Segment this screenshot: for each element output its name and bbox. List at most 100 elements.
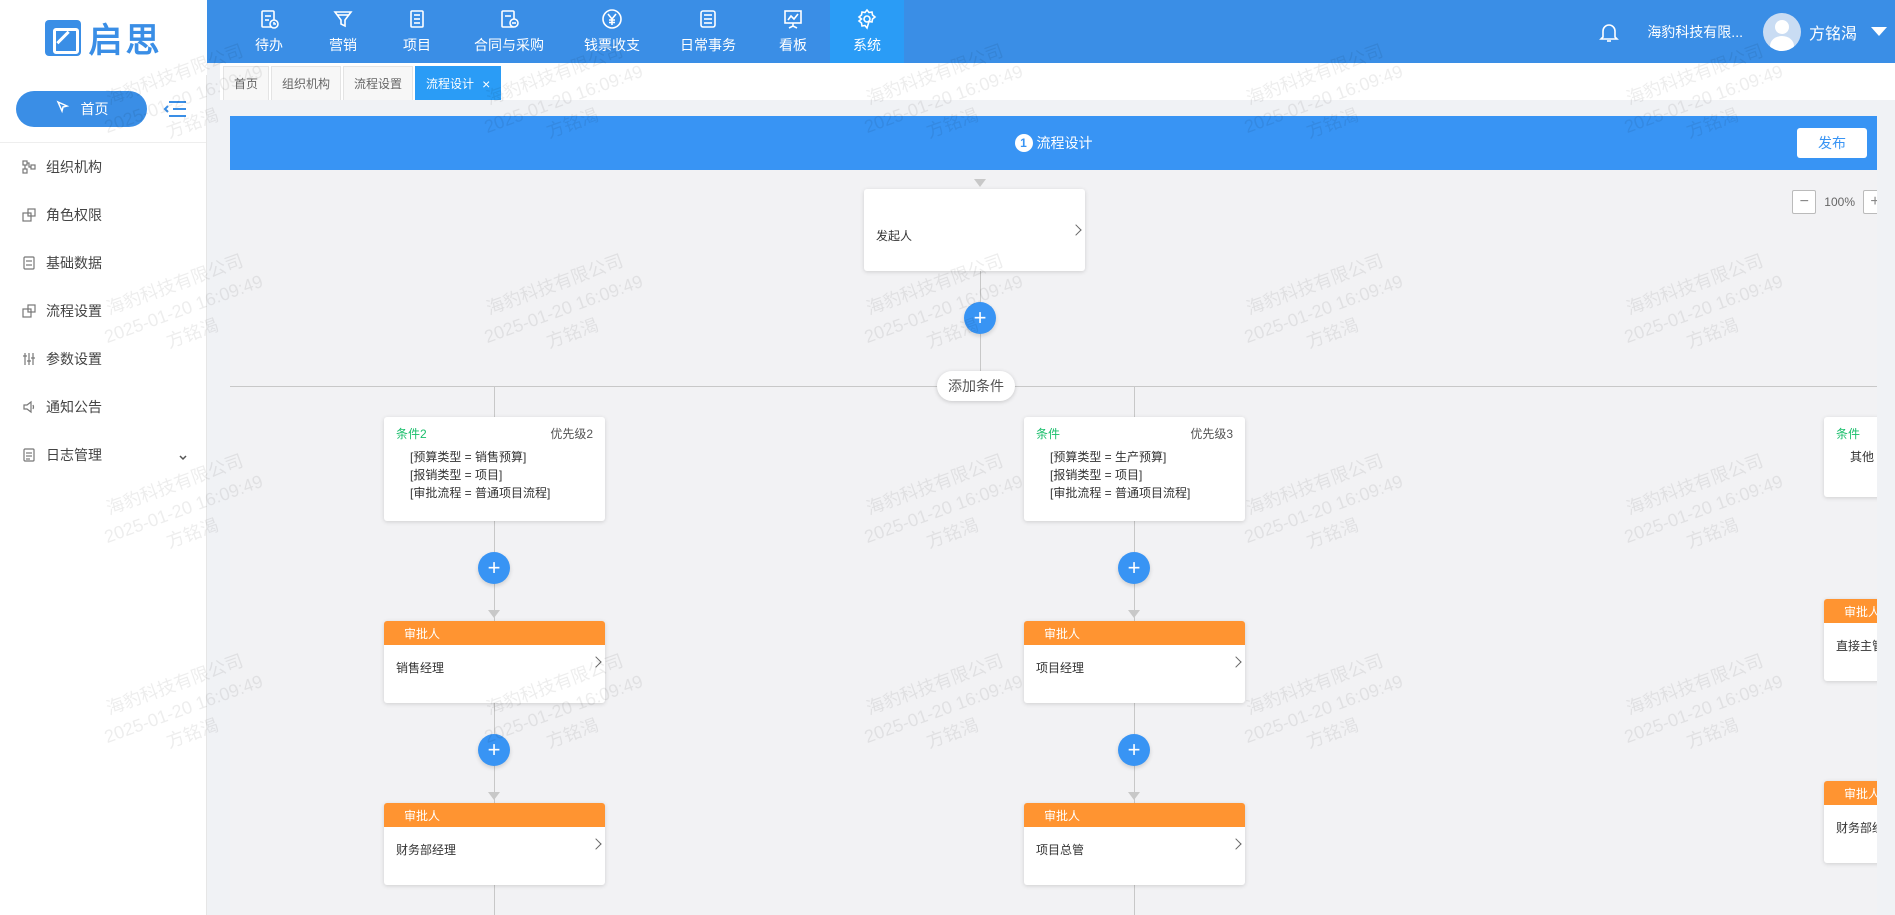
sidebar-item-label: 角色权限 — [46, 207, 102, 223]
condition-node[interactable]: 条件 优先级3 [预算类型 = 生产预算] [报销类型 = 项目] [审批流程 … — [1024, 417, 1245, 521]
nav-item-finance[interactable]: 钱票收支 — [564, 0, 660, 63]
brand-name: 启思 — [88, 21, 163, 61]
initiator-node[interactable]: 发起人 — [864, 189, 1085, 271]
funnel-icon — [332, 8, 354, 30]
home-button[interactable]: 首页 — [16, 90, 147, 127]
header-right: 海豹科技有限... 方铭渴 — [1597, 0, 1895, 63]
add-node-button[interactable]: + — [478, 734, 510, 766]
panel-title: 流程设计 — [1036, 135, 1093, 151]
approver-node[interactable]: 审批人 财务部经理 — [384, 803, 605, 885]
connector-arrow — [974, 179, 986, 187]
flow-icon — [22, 304, 36, 318]
approver-node[interactable]: 审批人 直接主管 — [1824, 599, 1877, 681]
approver-name: 项目经理 — [1036, 661, 1085, 675]
tab-flow-settings[interactable]: 流程设置 — [343, 66, 414, 100]
condition-node[interactable]: 条件2 优先级2 [预算类型 = 销售预算] [报销类型 = 项目] [审批流程… — [384, 417, 605, 521]
nav-item-todo[interactable]: 待办 — [232, 0, 306, 63]
chevron-right-icon — [1070, 224, 1082, 236]
condition-node[interactable]: 条件 其他 — [1824, 417, 1877, 497]
nav-item-project[interactable]: 项目 — [380, 0, 454, 63]
close-icon[interactable]: × — [482, 76, 490, 92]
condition-rule: [报销类型 = 项目] — [1050, 468, 1143, 482]
top-header: 待办 营销 项目 合同与采购 钱票收支 日常事务 看板 系统 海豹科技有限...… — [0, 0, 1895, 63]
board-icon — [782, 8, 804, 30]
connector-arrow — [1128, 792, 1140, 800]
tab-label: 组织机构 — [282, 77, 331, 91]
bell-icon[interactable] — [1597, 20, 1621, 44]
tab-flow-design[interactable]: 流程设计 × — [415, 66, 502, 100]
sidebar-item-label: 基础数据 — [46, 255, 102, 271]
sidebar-item-params[interactable]: 参数设置 — [0, 335, 206, 383]
nav-item-board[interactable]: 看板 — [756, 0, 830, 63]
sidebar-item-roles[interactable]: 角色权限 — [0, 191, 206, 239]
approver-name: 项目总管 — [1036, 843, 1085, 857]
tab-home[interactable]: 首页 — [223, 66, 270, 100]
chevron-right-icon — [590, 838, 602, 850]
sidebar-item-logs[interactable]: 日志管理 — [0, 431, 206, 479]
zoom-in-button[interactable]: + — [1863, 190, 1877, 214]
sidebar-top: 首页 — [0, 75, 206, 143]
approver-name: 财务部经理 — [396, 843, 457, 857]
sidebar-item-flow[interactable]: 流程设置 — [0, 287, 206, 335]
org-icon — [22, 160, 36, 174]
menu-collapse-icon[interactable] — [163, 99, 187, 119]
approver-node[interactable]: 审批人 财务部经 — [1824, 781, 1877, 863]
logo-icon — [44, 19, 81, 56]
tab-org[interactable]: 组织机构 — [271, 66, 342, 100]
condition-priority: 优先级2 — [550, 427, 593, 441]
add-node-button[interactable]: + — [478, 552, 510, 584]
sidebar-item-notice[interactable]: 通知公告 — [0, 383, 206, 431]
condition-rule: [预算类型 = 生产预算] — [1050, 450, 1167, 464]
nav-item-daily[interactable]: 日常事务 — [660, 0, 756, 63]
avatar[interactable] — [1762, 12, 1801, 51]
add-node-button[interactable]: + — [964, 302, 996, 334]
nav-item-marketing[interactable]: 营销 — [306, 0, 380, 63]
add-node-button[interactable]: + — [1118, 552, 1150, 584]
nav-label: 营销 — [329, 37, 357, 53]
sidebar-item-label: 组织机构 — [46, 159, 102, 175]
connector-arrow — [488, 610, 500, 618]
sidebar-item-label: 通知公告 — [46, 399, 102, 415]
approver-node[interactable]: 审批人 销售经理 — [384, 621, 605, 703]
contract-icon — [498, 8, 520, 30]
approver-node[interactable]: 审批人 项目总管 — [1024, 803, 1245, 885]
nav-label: 待办 — [255, 37, 283, 53]
caret-down-icon[interactable] — [1871, 27, 1887, 36]
condition-title: 条件 — [1836, 427, 1861, 441]
nav-label: 看板 — [779, 37, 807, 53]
tab-bar: 首页 组织机构 流程设置 流程设计 × — [220, 63, 1895, 100]
connector-arrow — [1128, 610, 1140, 618]
gear-icon — [856, 8, 878, 30]
add-node-button[interactable]: + — [1118, 734, 1150, 766]
condition-rule: [审批流程 = 普通项目流程] — [1050, 486, 1191, 500]
list-icon — [697, 8, 719, 30]
yen-icon — [601, 8, 623, 30]
logo: 启思 — [0, 0, 207, 75]
nav-item-contract[interactable]: 合同与采购 — [454, 0, 564, 63]
approver-node[interactable]: 审批人 项目经理 — [1024, 621, 1245, 703]
approver-header: 审批人 — [1024, 621, 1245, 645]
sidebar: 首页 组织机构 角色权限 基础数据 流程设置 参数设置 通知公告 日志管理 — [0, 75, 207, 915]
chevron-down-icon — [178, 450, 188, 461]
zoom-level: 100% — [1824, 195, 1855, 209]
zoom-out-button[interactable]: − — [1792, 190, 1817, 214]
add-condition-button[interactable]: 添加条件 — [937, 371, 1015, 401]
sidebar-item-org[interactable]: 组织机构 — [0, 143, 206, 191]
params-icon — [22, 352, 36, 366]
nav-item-system[interactable]: 系统 — [830, 0, 904, 63]
condition-rule: [报销类型 = 项目] — [410, 468, 503, 482]
approver-header: 审批人 — [1824, 781, 1877, 805]
sidebar-item-label: 参数设置 — [46, 351, 102, 367]
approver-name: 销售经理 — [396, 661, 445, 675]
approver-header: 审批人 — [1824, 599, 1877, 623]
step-number: 1 — [1014, 134, 1033, 152]
sidebar-item-label: 流程设置 — [46, 303, 102, 319]
tab-label: 流程设置 — [354, 77, 403, 91]
company-switcher[interactable]: 海豹科技有限... — [1647, 22, 1743, 42]
nav-label: 合同与采购 — [474, 37, 544, 53]
username[interactable]: 方铭渴 — [1809, 20, 1857, 44]
publish-button[interactable]: 发布 — [1797, 128, 1867, 158]
panel-header: 1 流程设计 发布 — [230, 116, 1877, 170]
sidebar-item-label: 日志管理 — [46, 447, 102, 463]
sidebar-item-basedata[interactable]: 基础数据 — [0, 239, 206, 287]
